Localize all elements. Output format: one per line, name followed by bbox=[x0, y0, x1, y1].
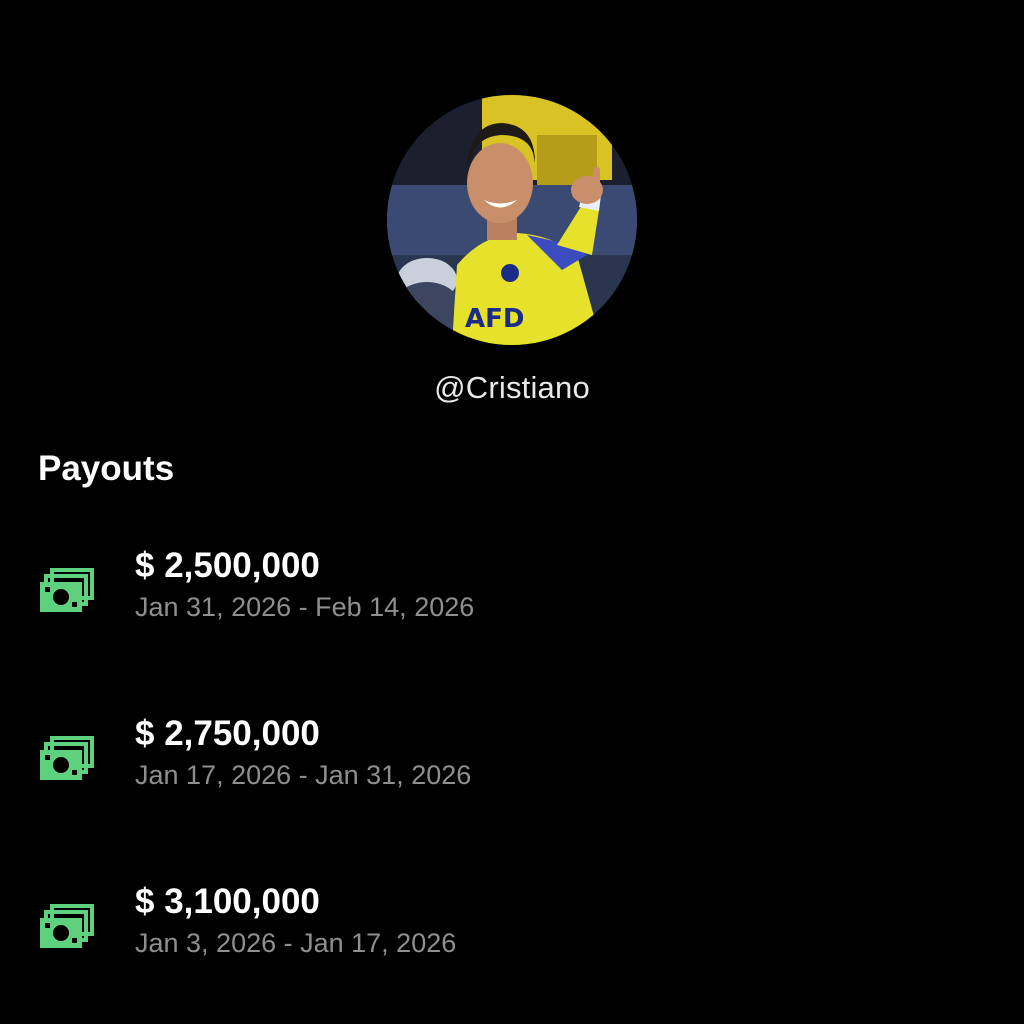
payout-item[interactable]: $ 2,750,000 Jan 17, 2026 - Jan 31, 2026 bbox=[38, 714, 938, 804]
payout-amount: $ 2,500,000 bbox=[135, 546, 320, 585]
svg-text:AFD: AFD bbox=[465, 304, 524, 334]
money-icon bbox=[38, 904, 94, 952]
payouts-screen: AFD @Cristiano Payouts $ 2,500,000 Jan 3… bbox=[0, 0, 1024, 1024]
payout-period: Jan 31, 2026 - Feb 14, 2026 bbox=[135, 592, 475, 622]
payout-item[interactable]: $ 3,100,000 Jan 3, 2026 - Jan 17, 2026 bbox=[38, 882, 938, 972]
section-title-payouts: Payouts bbox=[38, 449, 175, 488]
payout-amount: $ 2,750,000 bbox=[135, 714, 320, 753]
money-icon bbox=[38, 568, 94, 616]
payout-period: Jan 3, 2026 - Jan 17, 2026 bbox=[135, 928, 457, 958]
avatar[interactable]: AFD bbox=[387, 95, 637, 345]
profile-handle: @Cristiano bbox=[434, 370, 590, 405]
payout-period: Jan 17, 2026 - Jan 31, 2026 bbox=[135, 760, 472, 790]
profile-photo: AFD bbox=[387, 95, 637, 345]
money-icon bbox=[38, 736, 94, 784]
payout-item[interactable]: $ 2,500,000 Jan 31, 2026 - Feb 14, 2026 bbox=[38, 546, 938, 636]
payout-amount: $ 3,100,000 bbox=[135, 882, 320, 921]
